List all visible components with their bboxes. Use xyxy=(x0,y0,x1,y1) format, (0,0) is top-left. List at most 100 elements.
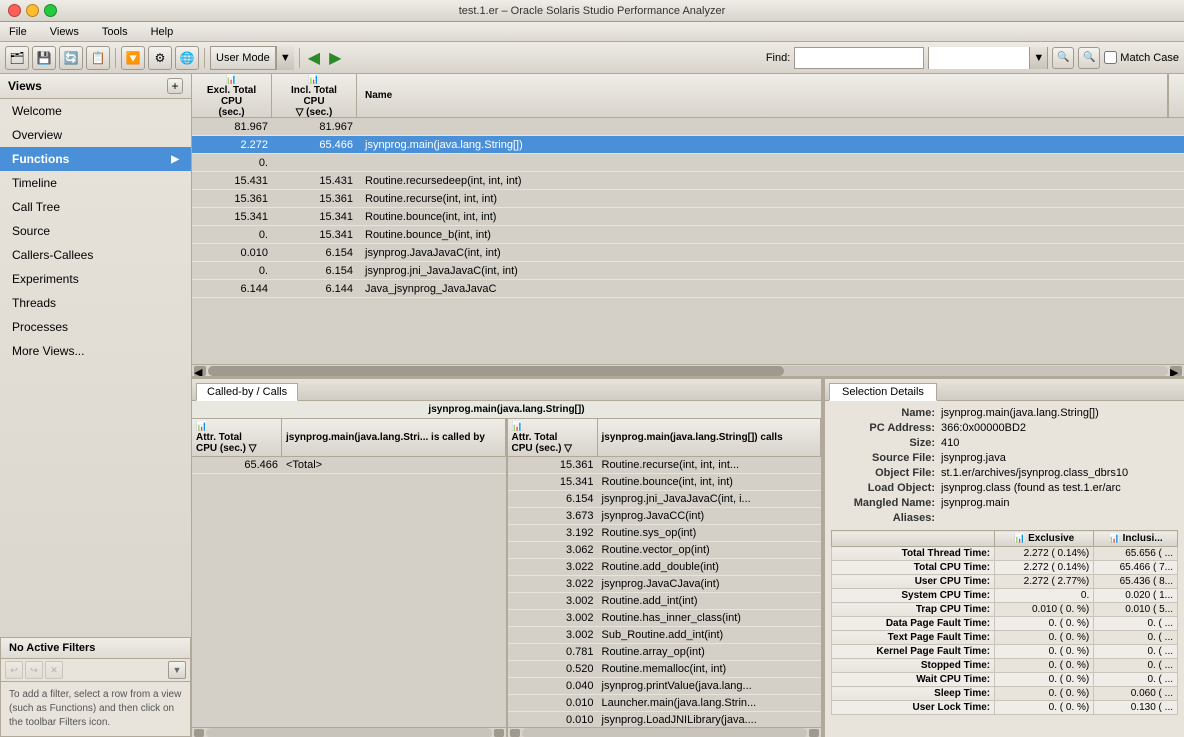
filter-btn[interactable]: 🔽 xyxy=(121,46,145,70)
menu-file[interactable]: File xyxy=(5,25,31,39)
table-row[interactable]: 15.341 15.341 Routine.bounce(int, int, i… xyxy=(192,208,1184,226)
calledby-hscroll[interactable] xyxy=(206,728,492,737)
sidebar-item-calltree[interactable]: Call Tree xyxy=(0,195,191,219)
tab-called-by-calls[interactable]: Called-by / Calls xyxy=(196,383,298,401)
sth-name-calls[interactable]: jsynprog.main(java.lang.String[]) calls xyxy=(598,419,822,456)
scroll-left-btn[interactable]: ◀ xyxy=(194,366,206,376)
find-prev-btn[interactable]: 🔍 xyxy=(1052,47,1074,69)
toolbar-separator xyxy=(115,48,116,68)
table-row[interactable]: 6.144 6.144 Java_jsynprog_JavaJavaC xyxy=(192,280,1184,298)
calls-row[interactable]: 3.022 jsynprog.JavaCJava(int) xyxy=(508,576,822,593)
settings-btn[interactable]: ⚙ xyxy=(148,46,172,70)
calledby-scroll-right[interactable] xyxy=(494,729,504,737)
table-row[interactable]: 0. xyxy=(192,154,1184,172)
find-input[interactable] xyxy=(794,47,924,69)
table-row[interactable]: 15.361 15.361 Routine.recurse(int, int, … xyxy=(192,190,1184,208)
close-button[interactable] xyxy=(8,4,21,17)
calls-scroll-right[interactable] xyxy=(809,729,819,737)
calls-scroll[interactable]: 15.361 Routine.recurse(int, int, int... … xyxy=(508,457,822,727)
sidebar-add-btn[interactable]: + xyxy=(167,78,183,94)
toolbar-btn-3[interactable]: 🔄 xyxy=(59,46,83,70)
sidebar-item-experiments[interactable]: Experiments xyxy=(0,267,191,291)
table-row[interactable]: 15.431 15.431 Routine.recursedeep(int, i… xyxy=(192,172,1184,190)
filter-options-btn[interactable]: ▼ xyxy=(168,661,186,679)
table-row[interactable]: 2.272 65.466 jsynprog.main(java.lang.Str… xyxy=(192,136,1184,154)
calls-row[interactable]: 0.010 jsynprog.LoadJNILibrary(java.... xyxy=(508,712,822,727)
functions-hscrollbar[interactable]: ◀ ▶ xyxy=(192,364,1184,376)
calls-row[interactable]: 3.062 Routine.vector_op(int) xyxy=(508,542,822,559)
sth-attr-calledby[interactable]: 📊 Attr. Total CPU (sec.) ▽ xyxy=(192,419,282,456)
sidebar-item-timeline[interactable]: Timeline xyxy=(0,171,191,195)
filter-redo-btn[interactable]: ↪ xyxy=(25,661,43,679)
th-excl-cpu[interactable]: 📊 Excl. Total CPU (sec.) xyxy=(192,74,272,117)
filter-delete-btn[interactable]: ✕ xyxy=(45,661,63,679)
sidebar-item-source[interactable]: Source xyxy=(0,219,191,243)
match-case-label[interactable]: Match Case xyxy=(1104,51,1179,64)
sidebar-item-callers-callees[interactable]: Callers-Callees xyxy=(0,243,191,267)
sth-attr-calls[interactable]: 📊 Attr. Total CPU (sec.) ▽ xyxy=(508,419,598,456)
sidebar-item-functions[interactable]: Functions ▶ xyxy=(0,147,191,171)
table-row[interactable]: 0.010 6.154 jsynprog.JavaJavaC(int, int) xyxy=(192,244,1184,262)
sidebar-item-processes[interactable]: Processes xyxy=(0,315,191,339)
calls-row[interactable]: 15.341 Routine.bounce(int, int, int) xyxy=(508,474,822,491)
scroll-arrow-btn[interactable] xyxy=(1168,74,1184,117)
find-dropdown-arrow[interactable]: ▼ xyxy=(1029,47,1047,69)
menu-tools[interactable]: Tools xyxy=(98,25,132,39)
functions-table-body[interactable]: 81.967 81.967 2.272 65.466 jsynprog.main… xyxy=(192,118,1184,364)
mode-selector[interactable]: User Mode ▼ xyxy=(210,46,294,70)
tab-selection-details[interactable]: Selection Details xyxy=(829,383,937,401)
mode-select-label[interactable]: User Mode xyxy=(210,46,276,70)
help-btn[interactable]: 🌐 xyxy=(175,46,199,70)
scroll-right-btn[interactable]: ▶ xyxy=(1170,366,1182,376)
calls-hscroll[interactable] xyxy=(522,728,808,737)
calls-row[interactable]: 3.002 Routine.add_int(int) xyxy=(508,593,822,610)
mode-dropdown-arrow[interactable]: ▼ xyxy=(276,46,294,70)
calls-hscrollbar[interactable] xyxy=(508,727,822,737)
detail-pc-label: PC Address: xyxy=(831,422,941,434)
calls-row[interactable]: 3.673 jsynprog.JavaCC(int) xyxy=(508,508,822,525)
menu-help[interactable]: Help xyxy=(147,25,178,39)
functions-hscroll-thumb[interactable] xyxy=(208,366,784,376)
match-case-checkbox[interactable] xyxy=(1104,51,1117,64)
menu-views[interactable]: Views xyxy=(46,25,83,39)
sidebar-item-more-views[interactable]: More Views... xyxy=(0,339,191,363)
perf-row-label: Data Page Fault Time: xyxy=(832,617,995,631)
calls-row[interactable]: 3.192 Routine.sys_op(int) xyxy=(508,525,822,542)
calls-row[interactable]: 3.022 Routine.add_double(int) xyxy=(508,559,822,576)
sth-name-calledby[interactable]: jsynprog.main(java.lang.Stri... is calle… xyxy=(282,419,506,456)
calledby-scroll-left[interactable] xyxy=(194,729,204,737)
calls-row[interactable]: 0.520 Routine.memalloc(int, int) xyxy=(508,661,822,678)
calls-row[interactable]: 0.040 jsynprog.printValue(java.lang... xyxy=(508,678,822,695)
calls-scroll-left[interactable] xyxy=(510,729,520,737)
th-incl-cpu[interactable]: 📊 Incl. Total CPU ▽ (sec.) xyxy=(272,74,357,117)
calls-row[interactable]: 0.781 Routine.array_op(int) xyxy=(508,644,822,661)
perf-row-label: User CPU Time: xyxy=(832,575,995,589)
nav-back-btn[interactable]: ◀ xyxy=(305,48,323,68)
maximize-button[interactable] xyxy=(44,4,57,17)
calledby-row-total[interactable]: 65.466 <Total> xyxy=(192,457,506,474)
calls-row[interactable]: 3.002 Sub_Routine.add_int(int) xyxy=(508,627,822,644)
table-row[interactable]: 81.967 81.967 xyxy=(192,118,1184,136)
table-row[interactable]: 0. 6.154 jsynprog.jni_JavaJavaC(int, int… xyxy=(192,262,1184,280)
calls-row[interactable]: 0.010 Launcher.main(java.lang.Strin... xyxy=(508,695,822,712)
calls-row[interactable]: 6.154 jsynprog.jni_JavaJavaC(int, i... xyxy=(508,491,822,508)
called-by-scroll[interactable]: 65.466 <Total> xyxy=(192,457,506,727)
nav-forward-btn[interactable]: ▶ xyxy=(326,48,344,68)
minimize-button[interactable] xyxy=(26,4,39,17)
th-name[interactable]: Name xyxy=(357,74,1168,117)
perf-row-label: Sleep Time: xyxy=(832,687,995,701)
toolbar-btn-4[interactable]: 📋 xyxy=(86,46,110,70)
toolbar-btn-1[interactable]: 🗂 xyxy=(5,46,29,70)
calls-row[interactable]: 15.361 Routine.recurse(int, int, int... xyxy=(508,457,822,474)
filter-undo-btn[interactable]: ↩ xyxy=(5,661,23,679)
sidebar-item-threads[interactable]: Threads xyxy=(0,291,191,315)
table-row[interactable]: 0. 15.341 Routine.bounce_b(int, int) xyxy=(192,226,1184,244)
toolbar-btn-2[interactable]: 💾 xyxy=(32,46,56,70)
functions-hscroll-track[interactable] xyxy=(208,366,1168,376)
sidebar-item-overview[interactable]: Overview xyxy=(0,123,191,147)
window-controls[interactable] xyxy=(8,4,57,17)
calls-row[interactable]: 3.002 Routine.has_inner_class(int) xyxy=(508,610,822,627)
calledby-hscrollbar[interactable] xyxy=(192,727,506,737)
sidebar-item-welcome[interactable]: Welcome xyxy=(0,99,191,123)
find-next-btn[interactable]: 🔍 xyxy=(1078,47,1100,69)
